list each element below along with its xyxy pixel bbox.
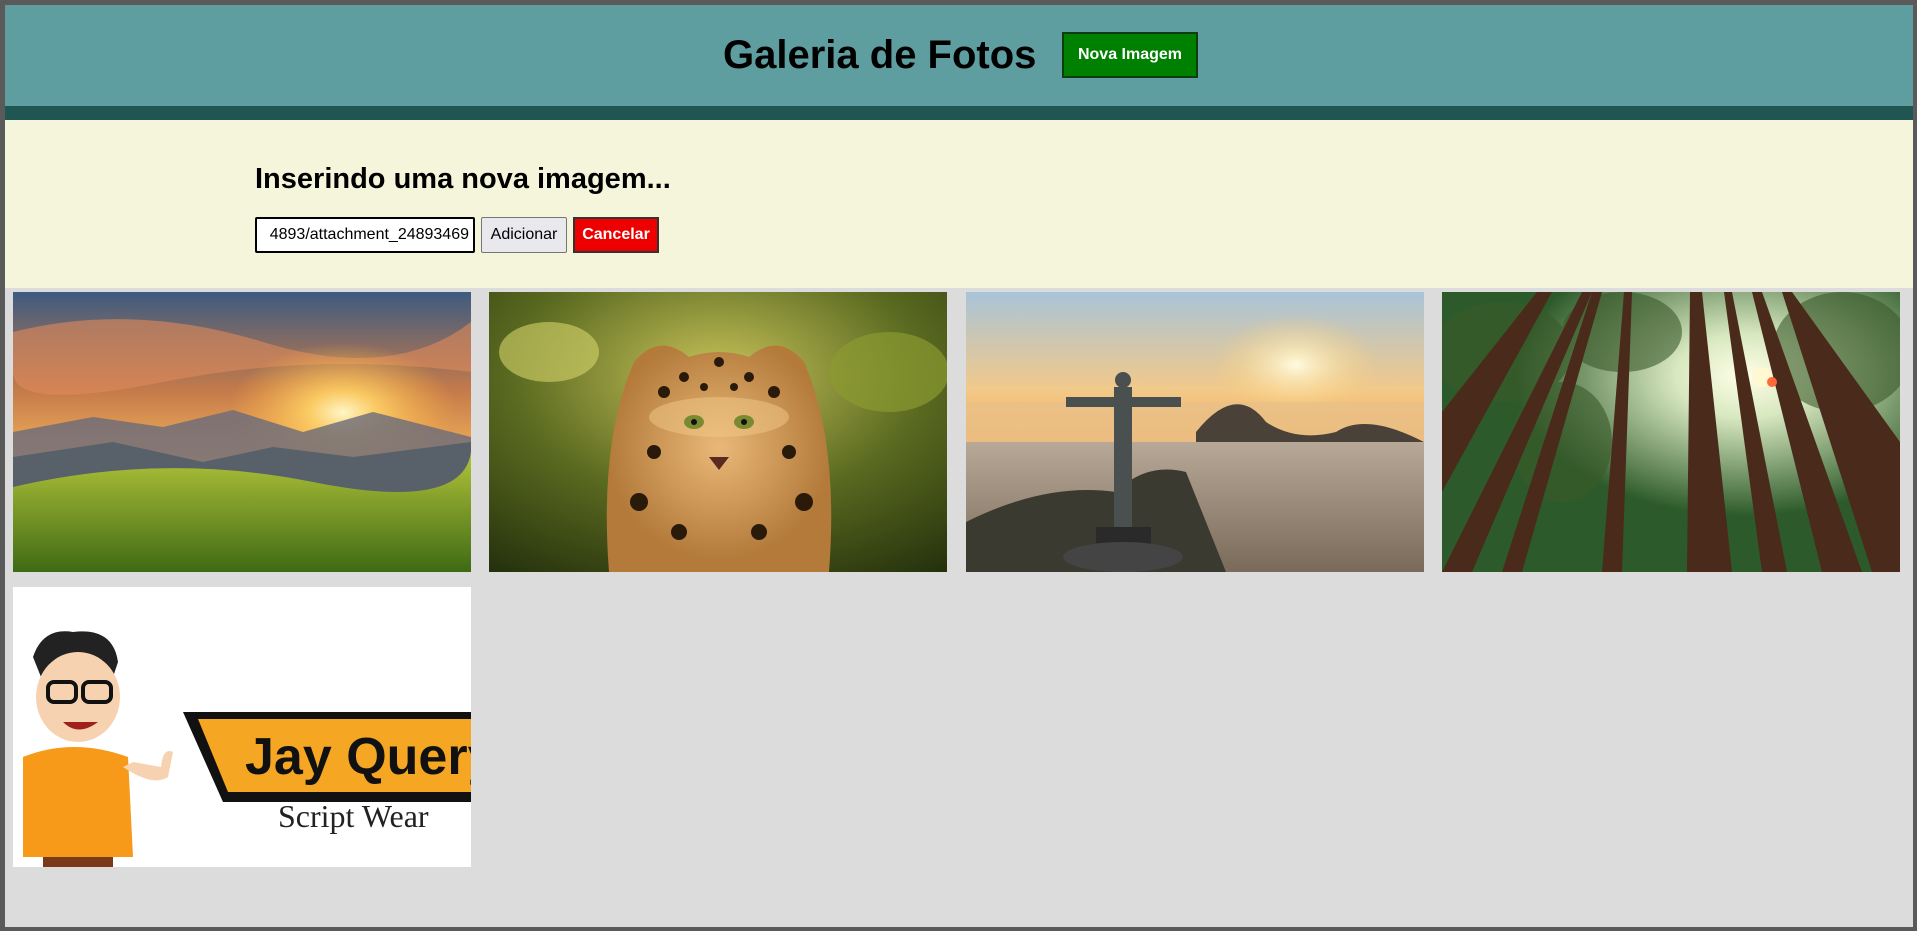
jay-query-logo-image: Jay Query Script Wear — [13, 587, 471, 867]
mountain-sunset-image — [13, 292, 471, 572]
image-url-input[interactable]: 4893/attachment_24893469 — [255, 217, 475, 253]
forest-canopy-image — [1442, 292, 1900, 572]
jaguar-image — [489, 292, 947, 572]
add-button[interactable]: Adicionar — [481, 217, 567, 253]
christ-the-redeemer-image — [966, 292, 1424, 572]
header: Galeria de Fotos Nova Imagem — [5, 5, 1913, 120]
image-url-value: 4893/attachment_24893469 — [269, 226, 469, 243]
gallery-image-forest-canopy[interactable] — [1442, 292, 1900, 572]
page-title: Galeria de Fotos — [723, 33, 1037, 77]
app-window: Galeria de Fotos Nova Imagem Inserindo u… — [5, 5, 1913, 927]
new-image-form: Inserindo uma nova imagem... 4893/attach… — [5, 120, 1913, 288]
form-title: Inserindo uma nova imagem... — [255, 163, 671, 195]
new-image-button[interactable]: Nova Imagem — [1062, 32, 1198, 78]
logo-subtitle: Script Wear — [278, 798, 429, 834]
gallery-image-jay-query-logo[interactable]: Jay Query Script Wear — [13, 587, 471, 867]
gallery-image-jaguar[interactable] — [489, 292, 947, 572]
cancel-button[interactable]: Cancelar — [573, 217, 659, 253]
gallery-image-christ-the-redeemer[interactable] — [966, 292, 1424, 572]
logo-title: Jay Query — [245, 728, 471, 786]
gallery-image-mountain-sunset[interactable] — [13, 292, 471, 572]
